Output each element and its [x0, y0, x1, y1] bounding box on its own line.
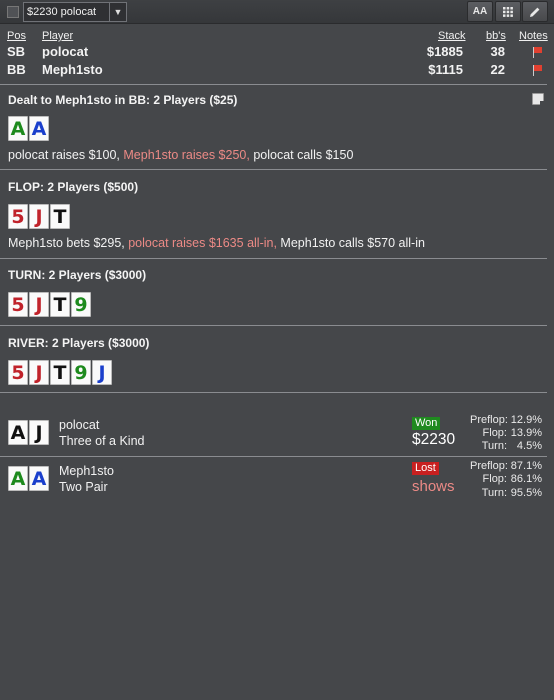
action-hero: Meph1sto raises $250,	[123, 148, 250, 162]
equity-label: Preflop:	[470, 460, 508, 472]
bbs-header[interactable]: bb's	[486, 30, 506, 42]
result-player-name[interactable]: polocat	[59, 418, 99, 432]
divider	[0, 84, 547, 85]
card: J	[29, 420, 49, 445]
player-row: BB Meph1sto $1115 22	[0, 62, 554, 80]
font-size-button[interactable]: AA	[467, 1, 493, 22]
result-cards: A A	[8, 466, 49, 491]
won-badge: Won	[412, 417, 441, 430]
player-stack: $1115	[428, 62, 463, 77]
card: J	[29, 360, 49, 385]
equity-value: 87.1%	[510, 460, 542, 472]
player-header[interactable]: Player	[42, 30, 73, 42]
hand-select[interactable]: $2230 polocat ▼	[23, 2, 127, 22]
hand-select-value: $2230 polocat	[27, 6, 97, 18]
player-bbs: 38	[490, 44, 505, 59]
grid-icon	[503, 7, 513, 17]
equity-value: 95.5%	[510, 487, 542, 499]
equity-value: 4.5%	[516, 440, 542, 452]
divider	[0, 325, 547, 326]
equity-label: Flop:	[482, 427, 507, 439]
action: Meph1sto bets $295,	[8, 236, 125, 250]
result-hand-rank: Two Pair	[59, 480, 108, 494]
note-flag-icon[interactable]	[532, 65, 543, 76]
card: A	[8, 466, 28, 491]
hole-cards: A A	[8, 116, 49, 141]
equity-value: 12.9%	[510, 414, 542, 426]
divider	[0, 258, 547, 259]
flop-cards: 5 J T	[8, 204, 70, 229]
card: 5	[8, 204, 28, 229]
equity-value: 13.9%	[510, 427, 542, 439]
card: J	[92, 360, 112, 385]
shows-label: shows	[412, 478, 455, 495]
equity-value: 86.1%	[510, 473, 542, 485]
river-title: RIVER: 2 Players ($3000)	[8, 336, 150, 350]
card: A	[8, 116, 28, 141]
pencil-icon	[530, 7, 540, 17]
player-stack: $1885	[426, 44, 463, 59]
flop-title: FLOP: 2 Players ($500)	[8, 180, 139, 194]
card: 9	[71, 292, 91, 317]
divider	[0, 392, 547, 393]
card: T	[50, 292, 70, 317]
action: polocat raises $100,	[8, 148, 120, 162]
action: polocat calls $150	[253, 148, 354, 162]
stack-header[interactable]: Stack	[438, 30, 466, 42]
note-flag-icon[interactable]	[532, 47, 543, 58]
turn-title: TURN: 2 Players ($3000)	[8, 268, 147, 282]
equity-label: Preflop:	[470, 414, 508, 426]
equity-label: Turn:	[481, 487, 507, 499]
divider	[0, 169, 547, 170]
card: 5	[8, 360, 28, 385]
player-position: BB	[7, 62, 26, 77]
pos-header[interactable]: Pos	[7, 30, 26, 42]
turn-cards: 5 J T 9	[8, 292, 91, 317]
card: A	[29, 116, 49, 141]
won-amount: $2230	[412, 431, 456, 448]
card: J	[29, 292, 49, 317]
result-hand-rank: Three of a Kind	[59, 434, 145, 448]
toolbar: $2230 polocat ▼ AA	[0, 0, 554, 24]
notes-header[interactable]: Notes	[519, 30, 548, 42]
action: Meph1sto calls $570 all-in	[280, 236, 425, 250]
preflop-title: Dealt to Meph1sto in BB: 2 Players ($25)	[8, 93, 238, 107]
action-hero: polocat raises $1635 all-in,	[128, 236, 277, 250]
card: T	[50, 360, 70, 385]
card: A	[29, 466, 49, 491]
select-checkbox[interactable]	[7, 6, 19, 18]
card: 9	[71, 360, 91, 385]
result-cards: A J	[8, 420, 49, 445]
result-player-name[interactable]: Meph1sto	[59, 464, 114, 478]
player-position: SB	[7, 44, 26, 59]
grid-view-button[interactable]	[495, 1, 521, 22]
player-bbs: 22	[490, 62, 505, 77]
equity-label: Turn:	[481, 440, 507, 452]
card: A	[8, 420, 28, 445]
edit-button[interactable]	[522, 1, 548, 22]
player-name[interactable]: Meph1sto	[42, 62, 103, 77]
equity-label: Flop:	[482, 473, 507, 485]
card: J	[29, 204, 49, 229]
lost-badge: Lost	[412, 462, 439, 475]
card: T	[50, 204, 70, 229]
chevron-down-icon[interactable]: ▼	[109, 3, 126, 21]
note-icon[interactable]	[532, 93, 544, 105]
divider	[0, 456, 547, 457]
river-cards: 5 J T 9 J	[8, 360, 112, 385]
font-size-label: AA	[472, 6, 488, 17]
player-name[interactable]: polocat	[42, 44, 88, 59]
preflop-actions: polocat raises $100, Meph1sto raises $25…	[8, 148, 353, 162]
flop-actions: Meph1sto bets $295, polocat raises $1635…	[8, 236, 425, 250]
card: 5	[8, 292, 28, 317]
player-row: SB polocat $1885 38	[0, 44, 554, 62]
